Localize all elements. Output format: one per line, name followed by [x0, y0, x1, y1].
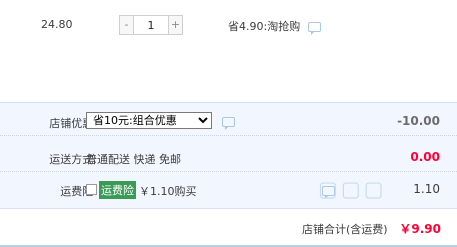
insurance-checkbox[interactable] — [86, 184, 97, 195]
cart-item-row: 24.80 - + 省4.90:淘抢购 — [0, 0, 457, 102]
shipping-value: 0.00 — [410, 150, 440, 164]
shipping-row: 运送方式: 普通配送 快递 免邮 0.00 — [0, 143, 457, 172]
discount-select[interactable]: 省10元:组合优惠 — [86, 112, 212, 129]
discount-value: -10.00 — [397, 114, 440, 128]
quantity-input[interactable] — [134, 15, 168, 35]
speech-bubble-icon[interactable] — [222, 117, 235, 130]
speech-bubble-icon[interactable] — [307, 22, 321, 35]
insurance-value: 1.10 — [413, 182, 440, 196]
saving-text: 省4.90:淘抢购 — [228, 18, 321, 35]
insurance-row: 运费险: 运费险 ￥1.10购买 ▢▢▢ 1.10 — [0, 175, 457, 203]
total-value: ￥9.90 — [399, 222, 441, 236]
item-price: 24.80 — [41, 18, 73, 31]
saving-label: 省4.90:淘抢购 — [228, 20, 301, 33]
shipping-method: 普通配送 快递 免邮 — [86, 153, 181, 166]
quantity-stepper: - + — [119, 15, 183, 35]
insurance-price-text: ￥1.10购买 — [139, 185, 197, 198]
insurance-tag[interactable]: 运费险 — [99, 181, 136, 199]
total-label: 店铺合计(含运费) — [302, 223, 388, 236]
watermark-icon: ▢▢▢ — [318, 177, 387, 201]
store-total-bar: 店铺合计(含运费) ￥9.90 — [0, 208, 457, 247]
decrease-quantity-button[interactable]: - — [119, 15, 134, 35]
order-summary: 店铺优惠: 省10元:组合优惠 -10.00 运送方式: 普通配送 快递 免邮 … — [0, 102, 457, 209]
discount-row: 店铺优惠: 省10元:组合优惠 -10.00 — [0, 107, 457, 136]
increase-quantity-button[interactable]: + — [168, 15, 183, 35]
